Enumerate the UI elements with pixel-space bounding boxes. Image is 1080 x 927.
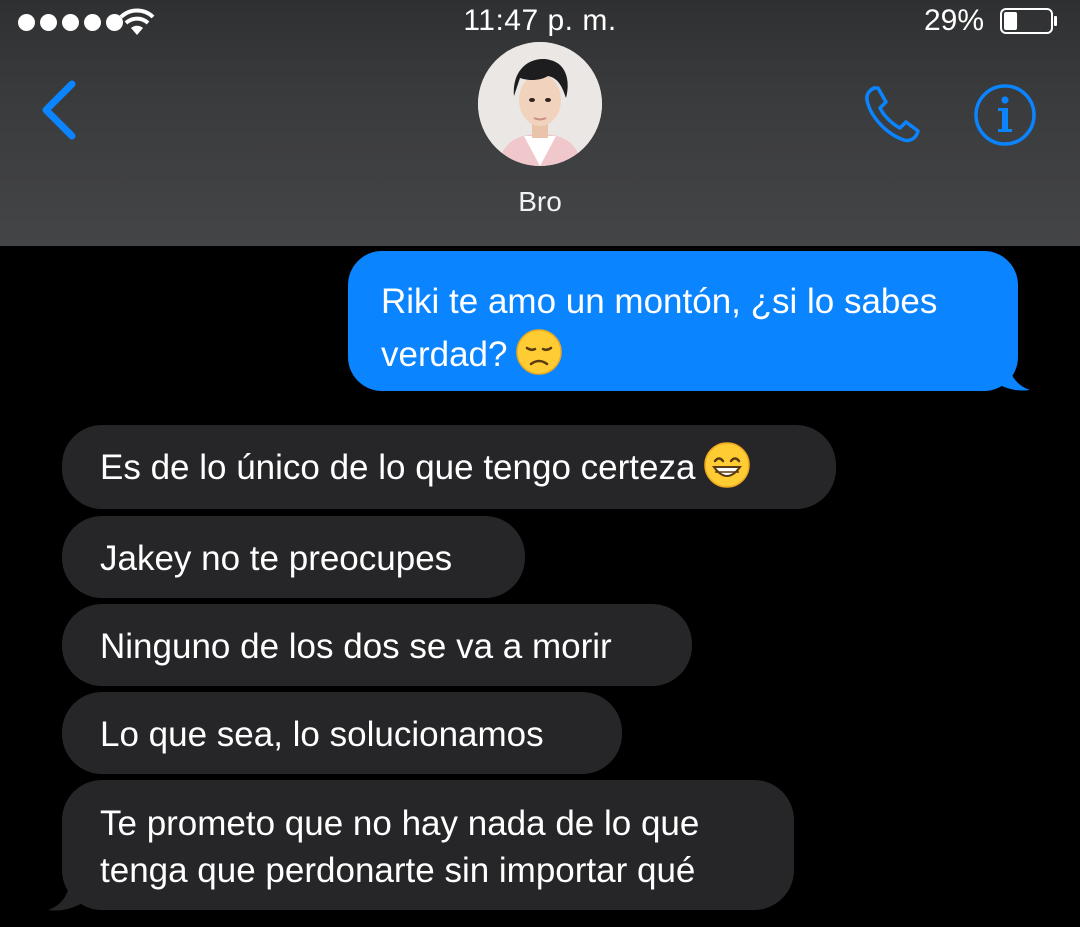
phone-icon[interactable] — [860, 82, 930, 146]
received-bubble-tail — [48, 876, 84, 911]
grinning-face-icon — [704, 442, 751, 488]
info-icon[interactable] — [972, 82, 1038, 148]
message-line: verdad? — [381, 328, 1018, 381]
back-chevron-icon[interactable] — [36, 78, 84, 142]
sent-message-bubble[interactable]: Riki te amo un montón, ¿si lo sabes verd… — [348, 251, 1018, 391]
received-message-bubble[interactable]: Jakey no te preocupes — [62, 516, 525, 598]
contact-name[interactable]: Bro — [0, 186, 1080, 218]
battery-percent: 29% — [923, 4, 984, 37]
message-text: Es de lo único de lo que tengo certeza — [100, 448, 696, 487]
message-text: Lo que sea, lo solucionamos — [100, 715, 544, 754]
conversation-header: 11:47 p. m. 29% Bro — [0, 0, 1080, 246]
message-line-text: verdad? — [381, 335, 508, 374]
contact-avatar[interactable] — [478, 42, 602, 166]
received-message-bubble[interactable]: Es de lo único de lo que tengo certeza — [62, 425, 836, 509]
message-text: Ninguno de los dos se va a morir — [100, 627, 612, 666]
battery-icon — [1000, 8, 1057, 34]
sent-bubble-tail — [994, 356, 1030, 391]
message-text: Jakey no te preocupes — [100, 539, 453, 578]
status-time: 11:47 p. m. — [463, 4, 617, 37]
received-message-bubble[interactable]: Ninguno de los dos se va a morir — [62, 604, 692, 686]
status-bar: 11:47 p. m. 29% — [0, 0, 1080, 46]
disappointed-face-icon — [516, 329, 563, 375]
avatar-image — [478, 42, 602, 166]
message-line: tenga que perdonarte sin importar qué — [100, 851, 696, 890]
message-line: Te prometo que no hay nada de lo que — [100, 804, 700, 843]
received-message-bubble[interactable]: Te prometo que no hay nada de lo que ten… — [62, 780, 794, 910]
received-message-bubble[interactable]: Lo que sea, lo solucionamos — [62, 692, 622, 774]
message-line: Riki te amo un montón, ¿si lo sabes — [381, 282, 938, 321]
